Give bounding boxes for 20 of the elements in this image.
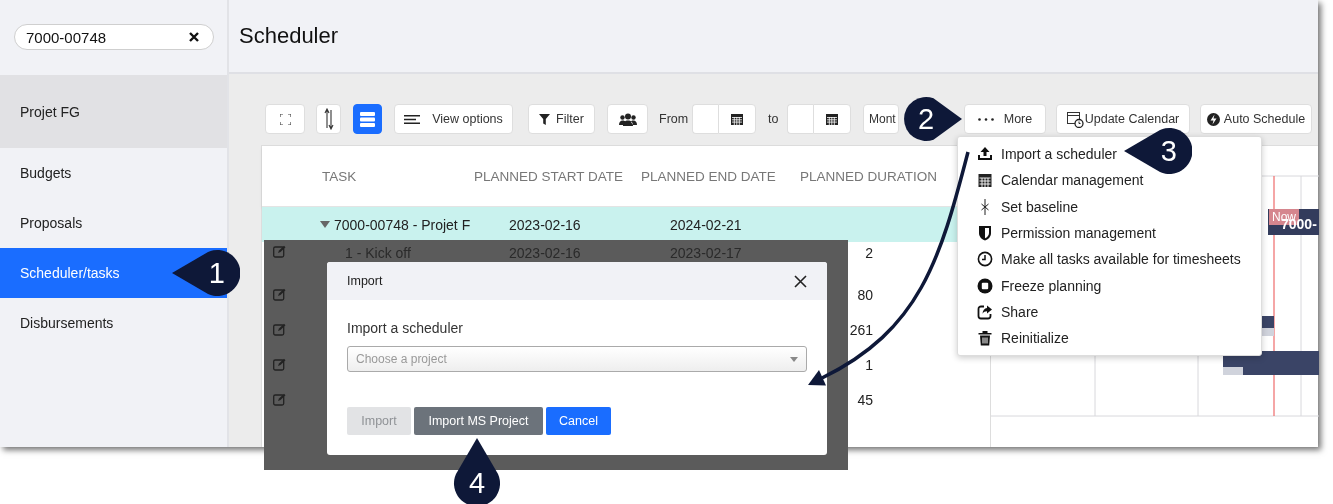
field-label: Import a scheduler	[347, 320, 464, 336]
column-header: TASK	[322, 169, 357, 184]
from-label: From	[659, 112, 689, 126]
duration: 80	[857, 286, 873, 303]
callout-marker: 3	[1124, 127, 1192, 175]
duration: 2	[865, 245, 873, 261]
duration: 45	[857, 391, 873, 408]
column-header: PLANNED END DATE	[641, 169, 776, 184]
callout-marker: 4	[453, 438, 501, 504]
page-title: Scheduler	[239, 23, 339, 49]
callout-marker: 1	[172, 249, 240, 297]
to-label: to	[768, 112, 780, 126]
dialog-title: Import	[347, 274, 383, 288]
task-name: 7000-00748 - Projet F	[334, 216, 471, 233]
duration: 1	[865, 356, 873, 373]
column-header: PLANNED DURATION	[800, 169, 938, 184]
duration: 261	[849, 321, 873, 338]
end-date: 2024-02-21	[670, 216, 742, 233]
column-header: PLANNED START DATE	[474, 169, 624, 184]
start-date: 2023-02-16	[509, 216, 581, 233]
